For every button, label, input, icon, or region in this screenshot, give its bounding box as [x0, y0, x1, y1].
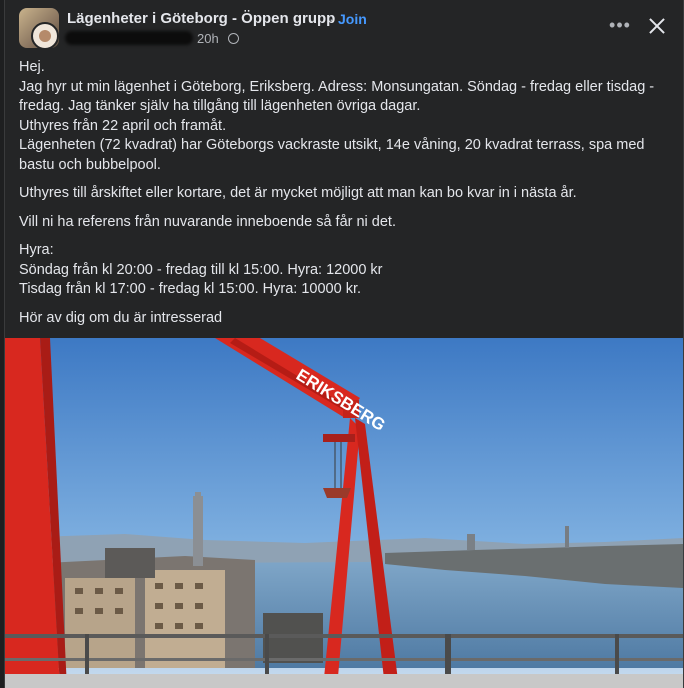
- post-card: Lägenheter i Göteborg - Öppen grupp · Jo…: [4, 0, 684, 688]
- text-line: Vill ni ha referens från nuvarande inneb…: [19, 213, 396, 230]
- paragraph: Hör av dig om du är intresserad: [19, 309, 669, 329]
- post-photo[interactable]: ERIKSBERG: [5, 338, 683, 688]
- globe-icon: [228, 33, 239, 44]
- text-line: bastu och bubbelpool.: [19, 156, 161, 173]
- post-body: Hej. Jag hyr ut min lägenhet i Göteborg,…: [19, 58, 669, 337]
- paragraph: Uthyres till årskiftet eller kortare, de…: [19, 184, 669, 204]
- group-name-link[interactable]: Lägenheter i Göteborg - Öppen grupp: [67, 10, 335, 27]
- post-timestamp[interactable]: 20h: [197, 31, 219, 46]
- author-avatar[interactable]: [31, 22, 59, 50]
- paragraph: Vill ni ha referens från nuvarande inneb…: [19, 213, 669, 233]
- separator-dot: ·: [329, 11, 334, 27]
- text-line: Uthyres från 22 april och framåt.: [19, 117, 227, 134]
- author-name-redacted[interactable]: [65, 31, 193, 45]
- text-line: Tisdag från kl 17:00 - fredag kl 15:00. …: [19, 281, 362, 297]
- text-line: Hej.: [19, 59, 45, 75]
- text-line: Lägenheten (72 kvadrat) har Göteborgs va…: [19, 137, 645, 153]
- photo-illustration: ERIKSBERG: [5, 338, 683, 688]
- text-line: Uthyres till årskiftet eller kortare, de…: [19, 185, 577, 201]
- text-line: Söndag från kl 20:00 - fredag till kl 15…: [19, 261, 383, 278]
- text-line: fredag. Jag tänker själv ha tillgång til…: [19, 98, 421, 114]
- close-icon[interactable]: [645, 14, 669, 38]
- paragraph: Hyra: Söndag från kl 20:00 - fredag till…: [19, 241, 669, 300]
- text-line: Hör av dig om du är intresserad: [19, 309, 223, 326]
- more-options-icon[interactable]: •••: [609, 16, 631, 37]
- text-line: Hyra:: [19, 242, 54, 258]
- join-button[interactable]: Join: [338, 11, 367, 27]
- paragraph: Hej. Jag hyr ut min lägenhet i Göteborg,…: [19, 58, 669, 175]
- post-header: Lägenheter i Göteborg - Öppen grupp · Jo…: [5, 0, 683, 56]
- text-line: Jag hyr ut min lägenhet i Göteborg, Erik…: [19, 78, 655, 95]
